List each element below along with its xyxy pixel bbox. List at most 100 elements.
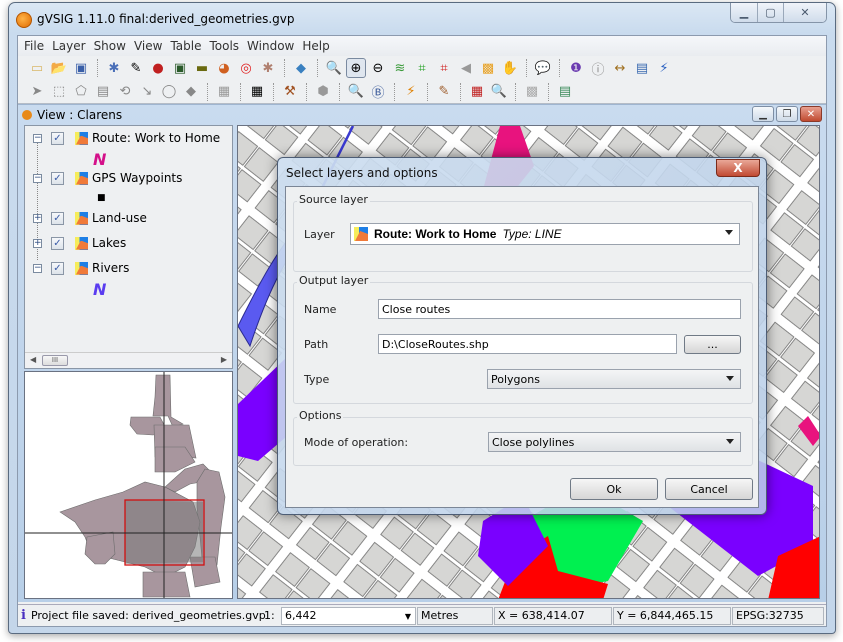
table-button[interactable]: ▤ xyxy=(93,82,113,102)
locator-map[interactable] xyxy=(24,371,233,599)
layer-visibility-checkbox[interactable]: ✓ xyxy=(51,131,64,145)
new-project-button[interactable]: ▭ xyxy=(27,58,47,78)
edit-legend-button[interactable]: ✎ xyxy=(434,82,454,102)
locate-button[interactable]: 🔍 xyxy=(346,82,366,102)
toc-horizontal-scrollbar[interactable]: ◀ III ▶ xyxy=(25,352,232,368)
zoom-out-button[interactable]: ⊖ xyxy=(368,58,388,78)
close-button[interactable]: ✕ xyxy=(783,3,826,22)
chevron-down-icon[interactable]: ▼ xyxy=(405,612,411,621)
menu-help[interactable]: Help xyxy=(298,39,333,53)
swap-button[interactable]: ⟲ xyxy=(115,82,135,102)
zoom-in-button[interactable]: ⊕ xyxy=(346,58,366,78)
maximize-button[interactable]: ▢ xyxy=(757,3,783,22)
toolbar-separator xyxy=(240,82,241,101)
collapse-icon[interactable]: − xyxy=(33,173,42,183)
layer-visibility-checkbox[interactable]: ✓ xyxy=(51,236,64,250)
name-label: Name xyxy=(304,303,337,316)
cancel-button[interactable]: Cancel xyxy=(665,478,753,500)
scrollbar-thumb[interactable]: III xyxy=(42,355,68,366)
scroll-right-icon[interactable]: ▶ xyxy=(221,355,227,364)
edit-button[interactable]: ✎ xyxy=(126,58,146,78)
layer-combobox[interactable]: Route: Work to Home Type: LINE xyxy=(350,223,740,245)
info-pointer-button[interactable]: ❶ xyxy=(566,58,586,78)
vector-layer-icon xyxy=(75,131,88,145)
pan-select-button[interactable]: ◀ xyxy=(456,58,476,78)
grid-button[interactable]: ▦ xyxy=(247,82,267,102)
collapse-icon[interactable]: − xyxy=(33,133,42,143)
info-button[interactable]: ⓘ xyxy=(588,58,608,78)
hyperlink-button[interactable]: ⚡ xyxy=(654,58,674,78)
menu-show[interactable]: Show xyxy=(90,39,130,53)
add-data-button[interactable]: ◆ xyxy=(291,58,311,78)
layers-button[interactable]: ≋ xyxy=(390,58,410,78)
scale-combobox[interactable]: 6,442 ▼ xyxy=(281,606,416,625)
pan-hand-icon: ✋ xyxy=(501,60,519,76)
view-close-button[interactable]: ✕ xyxy=(800,106,822,122)
battery-button[interactable]: ▬ xyxy=(192,58,212,78)
pan-hand-button[interactable]: ✋ xyxy=(500,58,520,78)
find-icon: 🔍 xyxy=(490,84,508,99)
lightning-button[interactable]: ⚡ xyxy=(401,82,421,102)
scroll-left-icon[interactable]: ◀ xyxy=(30,355,36,364)
layer-visibility-checkbox[interactable]: ✓ xyxy=(51,171,64,185)
ok-button[interactable]: Ok xyxy=(570,478,658,500)
zoom-extent-button[interactable]: ⌗ xyxy=(412,58,432,78)
view-minimize-button[interactable]: ▁ xyxy=(752,106,774,122)
save-project-button[interactable]: ▣ xyxy=(71,58,91,78)
minimize-button[interactable]: ▁ xyxy=(731,3,757,22)
zoom-full-button[interactable]: ⌗ xyxy=(434,58,454,78)
name-input[interactable]: Close routes xyxy=(378,299,741,319)
dialog-close-button[interactable]: X xyxy=(716,159,760,177)
type-combobox[interactable]: Polygons xyxy=(487,369,741,389)
table-gray-button[interactable]: ▦ xyxy=(214,82,234,102)
find-button[interactable]: 🔍 xyxy=(489,82,509,102)
layer-visibility-checkbox[interactable]: ✓ xyxy=(51,211,64,225)
measure-area-icon: ▤ xyxy=(635,60,649,76)
info-pointer-icon: ❶ xyxy=(570,60,582,76)
group-title: Options xyxy=(297,409,344,422)
gear-button[interactable]: ✱ xyxy=(258,58,278,78)
layer-visibility-checkbox[interactable]: ✓ xyxy=(51,261,64,275)
menu-table[interactable]: Table xyxy=(166,39,205,53)
table-gray-icon: ▦ xyxy=(217,84,231,99)
add-layer-button[interactable]: ✱ xyxy=(104,58,124,78)
menu-view[interactable]: View xyxy=(130,39,166,53)
expand-icon[interactable]: + xyxy=(33,213,42,223)
measure-area-button[interactable]: ▤ xyxy=(632,58,652,78)
browse-button[interactable]: ... xyxy=(684,335,741,354)
expand-icon[interactable]: + xyxy=(33,238,42,248)
disabled-button[interactable]: ▩ xyxy=(522,82,542,102)
target-button[interactable]: ◎ xyxy=(236,58,256,78)
tooltip-button[interactable]: 💬 xyxy=(533,58,553,78)
mode-combobox[interactable]: Close polylines xyxy=(488,432,741,452)
dots-button[interactable]: ⬢ xyxy=(313,82,333,102)
menu-file[interactable]: File xyxy=(20,39,48,53)
menu-layer[interactable]: Layer xyxy=(48,39,89,53)
overlay-button[interactable]: ▩ xyxy=(478,58,498,78)
tools-button[interactable]: ⚒ xyxy=(280,82,300,102)
open-project-button[interactable]: 📂 xyxy=(49,58,69,78)
toolbar-separator xyxy=(394,82,395,101)
select-circle-button[interactable]: ◯ xyxy=(159,82,179,102)
select-line-button[interactable]: ↘ xyxy=(137,82,157,102)
select-rect-button[interactable]: ⬚ xyxy=(49,82,69,102)
export-table-button[interactable]: ▤ xyxy=(555,82,575,102)
geoprocess-button[interactable]: ◕ xyxy=(214,58,234,78)
path-input[interactable]: D:\CloseRoutes.shp xyxy=(378,334,677,354)
network-button[interactable]: ● xyxy=(148,58,168,78)
select-poly-button[interactable]: ⬠ xyxy=(71,82,91,102)
measure-distance-button[interactable]: ↔ xyxy=(610,58,630,78)
measure-distance-icon: ↔ xyxy=(614,60,626,76)
select-button[interactable]: ➤ xyxy=(27,82,47,102)
console-button[interactable]: ▣ xyxy=(170,58,190,78)
close-icon: ✕ xyxy=(806,108,816,120)
view-restore-button[interactable]: ❐ xyxy=(776,106,798,122)
scale-prefix: 1: xyxy=(264,609,275,622)
calendar-button[interactable]: ▦ xyxy=(467,82,487,102)
select-shape-button[interactable]: ◆ xyxy=(181,82,201,102)
collapse-icon[interactable]: − xyxy=(33,263,42,273)
zoom-previous-button[interactable]: 🔍 xyxy=(324,58,344,78)
menu-tools[interactable]: Tools xyxy=(205,39,243,53)
menu-window[interactable]: Window xyxy=(243,39,298,53)
locate-b-button[interactable]: Ⓑ xyxy=(368,82,388,102)
